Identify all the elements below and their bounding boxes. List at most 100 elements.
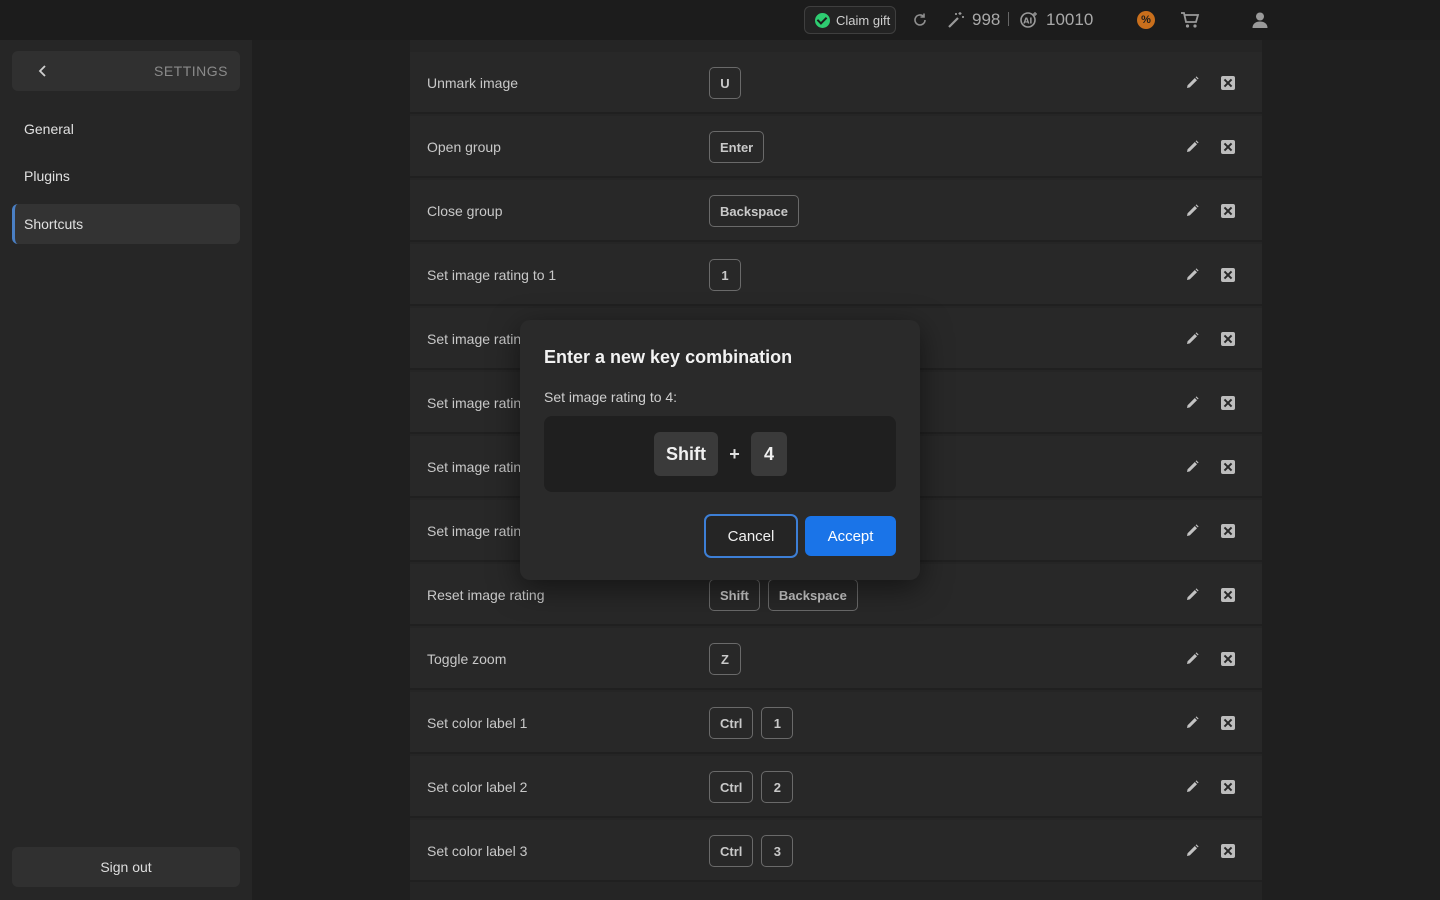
key-cap: 3 <box>761 835 794 867</box>
refresh-icon[interactable] <box>910 10 930 30</box>
key-cap: Z <box>709 643 741 675</box>
combo-key: 4 <box>751 432 787 476</box>
ai-icon: AI <box>1019 10 1039 30</box>
chevron-left-icon <box>36 64 50 78</box>
claim-gift-button[interactable]: Claim gift <box>804 6 896 34</box>
close-box-icon[interactable] <box>1221 716 1235 730</box>
key-cap: Backspace <box>709 195 799 227</box>
pencil-icon[interactable] <box>1184 587 1200 603</box>
shortcut-keys: Ctrl 2 <box>709 771 794 803</box>
accept-button[interactable]: Accept <box>805 516 896 556</box>
shortcut-label: Set image ratin <box>427 331 522 347</box>
shortcut-row: Set image rating to 1 1 <box>410 244 1262 306</box>
close-box-icon[interactable] <box>1221 268 1235 282</box>
settings-sidebar: SETTINGS General Plugins Shortcuts Sign … <box>0 40 252 900</box>
pencil-icon[interactable] <box>1184 395 1200 411</box>
sidebar-item-shortcuts[interactable]: Shortcuts <box>12 204 240 244</box>
close-box-icon[interactable] <box>1221 460 1235 474</box>
sidebar-item-label: Plugins <box>24 168 70 184</box>
ai-credits-count: 10010 <box>1046 10 1094 29</box>
shortcut-label: Unmark image <box>427 75 519 91</box>
key-cap: U <box>709 67 741 99</box>
shortcut-keys: Enter <box>709 131 765 163</box>
shortcut-row: Set color label 3 Ctrl 3 <box>410 820 1262 882</box>
dialog-title: Enter a new key combination <box>544 347 793 367</box>
sidebar-item-label: Shortcuts <box>24 216 84 232</box>
pencil-icon[interactable] <box>1184 331 1200 347</box>
close-box-icon[interactable] <box>1221 204 1235 218</box>
pencil-icon[interactable] <box>1184 459 1200 475</box>
close-box-icon[interactable] <box>1221 844 1235 858</box>
shortcut-keys: Ctrl 1 <box>709 707 794 739</box>
pencil-icon[interactable] <box>1184 203 1200 219</box>
shortcut-label: Set image ratin <box>427 459 522 475</box>
pencil-icon[interactable] <box>1184 651 1200 667</box>
close-box-icon[interactable] <box>1221 588 1235 602</box>
pencil-icon[interactable] <box>1184 75 1200 91</box>
sidebar-item-general[interactable]: General <box>12 109 240 149</box>
top-bar: Claim gift 998 AI 10010 % <box>0 0 1440 40</box>
sign-out-button[interactable]: Sign out <box>12 847 240 887</box>
shortcut-keys: Backspace <box>709 195 799 227</box>
pencil-icon[interactable] <box>1184 843 1200 859</box>
key-cap: Ctrl <box>709 835 754 867</box>
key-cap: Enter <box>709 131 765 163</box>
discount-badge-icon[interactable]: % <box>1137 11 1155 29</box>
dialog-subtitle: Set image rating to 4: <box>544 389 678 405</box>
close-box-icon[interactable] <box>1221 780 1235 794</box>
settings-title: SETTINGS <box>153 63 228 79</box>
shortcut-label: Set image ratin <box>427 395 522 411</box>
key-cap: Shift <box>709 579 760 611</box>
key-cap: 2 <box>761 771 794 803</box>
credits-count: 998 <box>972 10 1001 29</box>
shortcut-row: Set color label 1 Ctrl 1 <box>410 692 1262 754</box>
close-box-icon[interactable] <box>1221 76 1235 90</box>
shortcut-keys: U <box>709 67 741 99</box>
shortcut-row: Toggle zoom Z <box>410 628 1262 690</box>
shortcut-label: Toggle zoom <box>427 651 507 667</box>
key-cap: Backspace <box>767 579 858 611</box>
sidebar-item-plugins[interactable]: Plugins <box>12 156 240 196</box>
close-box-icon[interactable] <box>1221 652 1235 666</box>
close-box-icon[interactable] <box>1221 396 1235 410</box>
svg-text:AI: AI <box>1023 17 1032 26</box>
shortcut-label: Close group <box>427 203 503 219</box>
combo-key: Shift <box>654 432 718 476</box>
key-combination-display[interactable]: Shift + 4 <box>544 416 896 492</box>
key-cap: 1 <box>761 707 794 739</box>
shortcut-keys: Z <box>709 643 741 675</box>
magic-wand-icon <box>946 10 966 30</box>
shortcut-keys: Ctrl 3 <box>709 835 794 867</box>
sidebar-item-label: General <box>24 121 74 137</box>
pencil-icon[interactable] <box>1184 779 1200 795</box>
shortcut-row: Set color label 2 Ctrl 2 <box>410 756 1262 818</box>
pencil-icon[interactable] <box>1184 715 1200 731</box>
key-cap: 1 <box>709 259 741 291</box>
key-cap: Ctrl <box>709 771 754 803</box>
shortcut-label: Open group <box>427 139 501 155</box>
combo-plus: + <box>729 443 740 464</box>
pencil-icon[interactable] <box>1184 523 1200 539</box>
shortcut-label: Set image rating to 1 <box>427 267 557 283</box>
shortcut-row: Open group Enter <box>410 116 1262 178</box>
sign-out-label: Sign out <box>100 859 152 875</box>
key-cap: Ctrl <box>709 707 754 739</box>
back-button[interactable]: SETTINGS <box>12 51 240 91</box>
check-circle-icon <box>815 12 830 28</box>
key-combination-dialog: Enter a new key combination Set image ra… <box>520 320 920 580</box>
cart-icon[interactable] <box>1180 10 1200 30</box>
close-box-icon[interactable] <box>1221 332 1235 346</box>
shortcut-label: Set color label 2 <box>427 779 528 795</box>
shortcut-keys: 1 <box>709 259 741 291</box>
shortcut-label: Set color label 3 <box>427 843 528 859</box>
close-box-icon[interactable] <box>1221 524 1235 538</box>
shortcut-row: Close group Backspace <box>410 180 1262 242</box>
pencil-icon[interactable] <box>1184 267 1200 283</box>
cancel-button[interactable]: Cancel <box>704 514 798 558</box>
shortcut-keys: Shift Backspace <box>709 579 858 611</box>
pencil-icon[interactable] <box>1184 139 1200 155</box>
shortcut-label: Set image ratin <box>427 523 522 539</box>
close-box-icon[interactable] <box>1221 140 1235 154</box>
divider <box>1008 12 1009 26</box>
user-icon[interactable] <box>1250 10 1270 30</box>
